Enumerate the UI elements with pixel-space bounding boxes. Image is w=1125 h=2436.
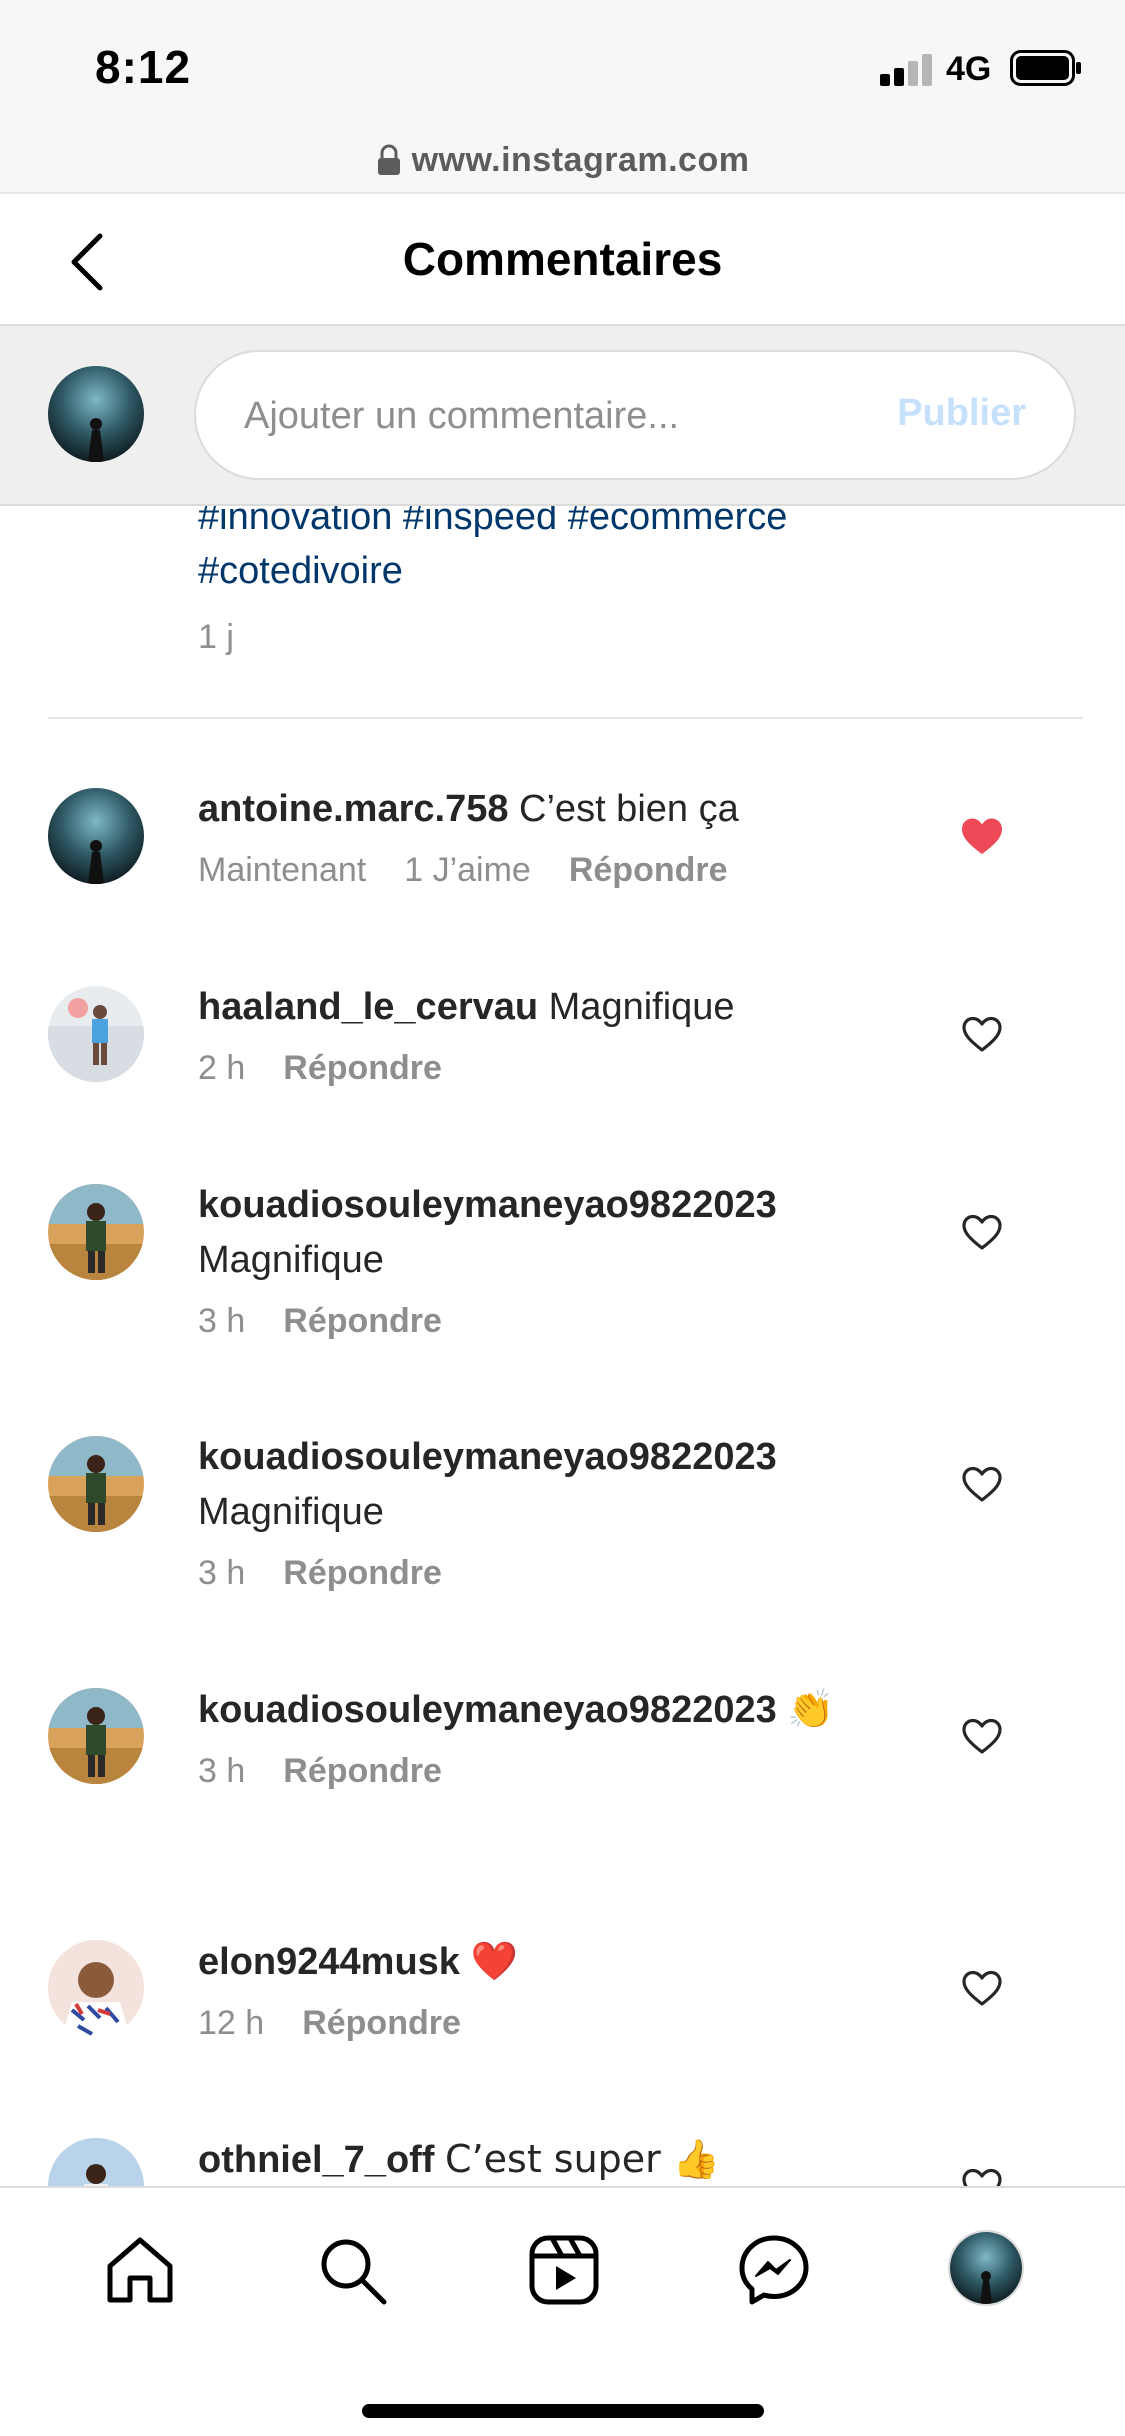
heart-outline-icon[interactable]: [960, 1716, 1004, 1756]
avatar[interactable]: [48, 1940, 144, 2036]
comment-input[interactable]: [244, 386, 844, 446]
publish-button[interactable]: Publier: [897, 392, 1026, 435]
heart-outline-icon[interactable]: [960, 1464, 1004, 1504]
comment-composer: Publier: [0, 326, 1125, 506]
comment-time: 3 h: [198, 1752, 246, 1790]
comment-text: Magnifique: [548, 986, 735, 1028]
bottom-navigation: [0, 2186, 1125, 2436]
status-bar: 8:12 4G: [0, 0, 1125, 140]
comment-time: 2 h: [198, 1049, 246, 1087]
comment-time: Maintenant: [198, 851, 367, 889]
reels-icon[interactable]: [526, 2232, 602, 2308]
heart-filled-icon[interactable]: [960, 816, 1004, 856]
avatar[interactable]: [48, 986, 144, 1082]
comment-text: Magnifique: [198, 1491, 384, 1533]
lock-icon: [377, 144, 400, 175]
avatar[interactable]: [48, 788, 144, 884]
reply-button[interactable]: Répondre: [302, 2004, 461, 2043]
search-icon[interactable]: [314, 2232, 390, 2308]
comment-username[interactable]: kouadiosouleymaneyao9822023: [198, 1689, 777, 1731]
reply-button[interactable]: Répondre: [569, 851, 728, 890]
comment-username[interactable]: elon9244musk: [198, 1941, 460, 1983]
comment-username[interactable]: kouadiosouleymaneyao9822023: [198, 1436, 777, 1478]
reply-button[interactable]: Répondre: [283, 1049, 442, 1088]
comment-text: Magnifique: [198, 1239, 384, 1281]
post-caption-hashtags[interactable]: #innovation #inspeed #ecommerce #cotediv…: [198, 490, 1078, 598]
avatar[interactable]: [48, 1184, 144, 1280]
page-title: Commentaires: [402, 233, 723, 285]
comment-time: 3 h: [198, 1554, 246, 1592]
avatar[interactable]: [48, 1436, 144, 1532]
network-type: 4G: [946, 50, 992, 88]
status-time: 8:12: [95, 41, 192, 93]
heart-outline-icon[interactable]: [960, 1968, 1004, 2008]
reply-button[interactable]: Répondre: [283, 1752, 442, 1791]
comment-field: Publier: [194, 350, 1076, 480]
url-text: www.instagram.com: [411, 140, 750, 179]
comment-time: 3 h: [198, 1302, 246, 1340]
comment-username[interactable]: othniel_7_off: [198, 2139, 434, 2181]
heart-outline-icon[interactable]: [960, 1212, 1004, 1252]
comment-text: ❤️: [470, 1939, 518, 1983]
divider: [48, 717, 1083, 719]
home-icon[interactable]: [102, 2232, 178, 2308]
profile-avatar[interactable]: [948, 2230, 1024, 2306]
comment-time: 12 h: [198, 2004, 265, 2042]
comment-username[interactable]: antoine.marc.758: [198, 788, 508, 830]
comment-username[interactable]: kouadiosouleymaneyao9822023: [198, 1184, 777, 1226]
comment-text: 👏: [787, 1687, 835, 1731]
signal-icon: [880, 54, 932, 86]
avatar[interactable]: [48, 1688, 144, 1784]
comment-text: C’est bien ça: [519, 788, 739, 830]
home-indicator: [362, 2404, 764, 2418]
messenger-icon[interactable]: [736, 2232, 812, 2308]
comment-text: C’est super 👍: [445, 2137, 721, 2181]
page-header: Commentaires: [0, 192, 1125, 326]
comment-username[interactable]: haaland_le_cervau: [198, 986, 538, 1028]
heart-outline-icon[interactable]: [960, 1014, 1004, 1054]
reply-button[interactable]: Répondre: [283, 1554, 442, 1593]
comment-likes[interactable]: 1 J’aime: [404, 851, 531, 890]
avatar: [48, 366, 144, 462]
hashtags-line[interactable]: #cotedivoire: [198, 544, 1078, 598]
browser-url-bar[interactable]: www.instagram.com: [0, 140, 1125, 192]
battery-icon: [1010, 50, 1081, 86]
reply-button[interactable]: Répondre: [283, 1302, 442, 1341]
caption-timestamp: 1 j: [198, 618, 234, 656]
